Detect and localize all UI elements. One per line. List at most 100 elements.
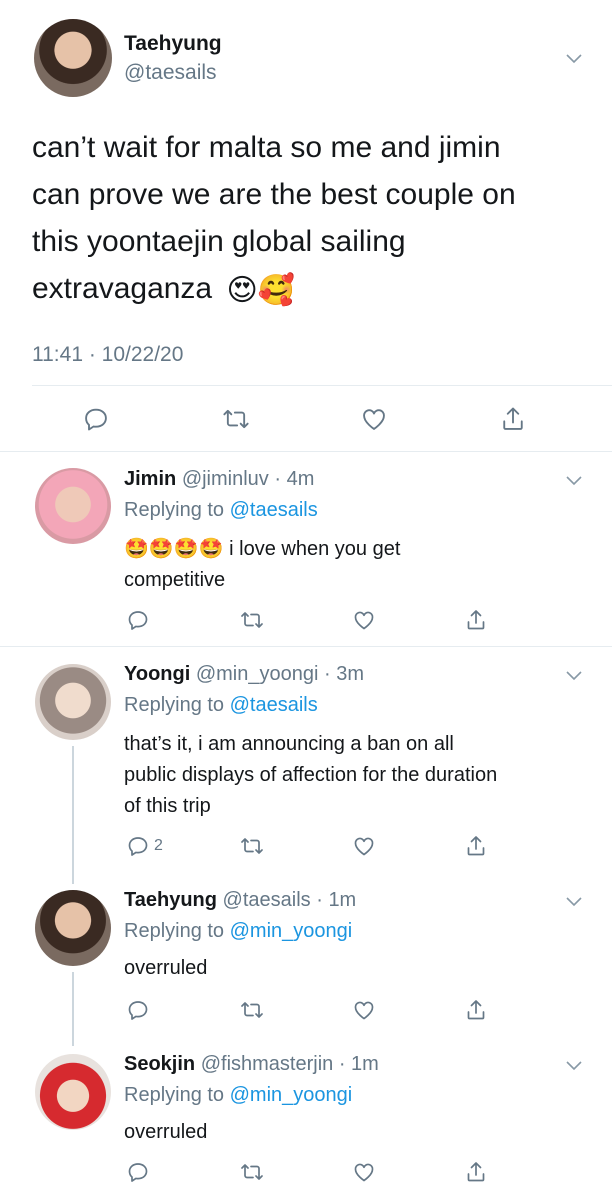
like-button[interactable] xyxy=(352,608,376,632)
main-text-line: this yoontaejin global sailing xyxy=(32,225,406,258)
reply-icon xyxy=(85,408,107,431)
retweet-icon xyxy=(241,1164,263,1180)
retweet-button[interactable] xyxy=(240,834,264,858)
replying-to: Replying to @taesails xyxy=(124,499,318,522)
replying-to: Replying to @min_yoongi xyxy=(124,920,352,943)
like-button[interactable] xyxy=(352,998,376,1022)
smiling-hearts-emoji: 🥰 xyxy=(257,273,296,307)
divider xyxy=(0,451,612,452)
reply-button[interactable] xyxy=(126,998,150,1022)
reply-time[interactable]: 4m xyxy=(287,468,315,490)
share-button[interactable] xyxy=(464,998,488,1022)
share-button[interactable] xyxy=(499,405,527,433)
reply-button[interactable] xyxy=(126,1160,150,1184)
chevron-down-icon[interactable] xyxy=(566,1061,582,1071)
chevron-down-icon[interactable] xyxy=(566,671,582,681)
reply-time[interactable]: 1m xyxy=(351,1053,379,1075)
reply-display-name[interactable]: Jimin xyxy=(124,468,176,490)
reply-text-line: competitive xyxy=(124,569,226,591)
chevron-down-icon[interactable] xyxy=(566,54,582,64)
reply-display-name[interactable]: Taehyung xyxy=(124,889,217,911)
thread-line xyxy=(72,972,74,1046)
separator: · xyxy=(268,468,287,490)
reply-button[interactable] xyxy=(126,834,150,858)
reply-button[interactable] xyxy=(82,405,110,433)
like-icon xyxy=(354,611,374,630)
replying-label: Replying to xyxy=(124,1084,225,1106)
retweet-button[interactable] xyxy=(240,1160,264,1184)
reply-button[interactable] xyxy=(126,608,150,632)
star-struck-emojis: 🤩🤩🤩🤩 xyxy=(124,538,224,560)
reply-text: that’s it, i am announcing a ban on all … xyxy=(124,729,604,822)
reply-header: Yoongi @min_yoongi · 3m xyxy=(124,663,364,686)
share-button[interactable] xyxy=(464,834,488,858)
share-icon xyxy=(467,610,485,630)
reply-icon xyxy=(128,1001,148,1020)
reply-display-name[interactable]: Seokjin xyxy=(124,1053,195,1075)
share-icon xyxy=(467,1000,485,1020)
reply-icon xyxy=(128,611,148,630)
reply-handle[interactable]: @fishmasterjin xyxy=(201,1053,334,1075)
share-button[interactable] xyxy=(464,608,488,632)
retweet-icon xyxy=(241,838,263,854)
like-button[interactable] xyxy=(352,834,376,858)
reply-time[interactable]: 1m xyxy=(328,889,356,911)
retweet-button[interactable] xyxy=(240,998,264,1022)
reply-text: overruled xyxy=(124,1121,208,1143)
reply-header: Jimin @jiminluv · 4m xyxy=(124,468,314,491)
heart-eyes-emoji: 😍 xyxy=(226,273,258,307)
like-icon xyxy=(354,837,374,856)
main-text-line: extravaganza xyxy=(32,272,213,305)
separator: · xyxy=(333,1053,352,1075)
reply-count: 2 xyxy=(154,837,163,854)
replying-to-link[interactable]: @taesails xyxy=(230,694,318,716)
main-timestamp[interactable]: 11:41 · 10/22/20 xyxy=(32,343,183,367)
like-button[interactable] xyxy=(360,405,388,433)
reply-handle[interactable]: @taesails xyxy=(223,889,311,911)
retweet-icon xyxy=(223,409,249,429)
reply-text-line: that’s it, i am announcing a ban on all xyxy=(124,733,454,755)
main-text-line: can’t wait for malta so me and jimin xyxy=(32,131,501,164)
reply-text-line: public displays of affection for the dur… xyxy=(124,764,498,786)
divider xyxy=(0,646,612,647)
chevron-down-icon[interactable] xyxy=(566,476,582,486)
avatar-jimin[interactable] xyxy=(35,468,111,544)
replying-label: Replying to xyxy=(124,694,225,716)
replying-to-link[interactable]: @min_yoongi xyxy=(230,1084,353,1106)
reply-text-fragment: i love when you get xyxy=(223,538,401,560)
replying-label: Replying to xyxy=(124,499,225,521)
main-text-line-last: extravaganza 😍🥰 xyxy=(32,265,592,314)
retweet-icon xyxy=(241,1002,263,1018)
like-icon xyxy=(354,1001,374,1020)
replying-to-link[interactable]: @min_yoongi xyxy=(230,920,353,942)
share-icon xyxy=(467,836,485,856)
like-icon xyxy=(363,409,385,430)
retweet-icon xyxy=(241,612,263,628)
avatar-taehyung-main[interactable] xyxy=(34,19,112,97)
reply-header: Seokjin @fishmasterjin · 1m xyxy=(124,1053,379,1076)
avatar-yoongi[interactable] xyxy=(35,664,111,740)
main-tweet-text: can’t wait for malta so me and jimin can… xyxy=(32,124,592,314)
retweet-button[interactable] xyxy=(222,405,250,433)
replying-to-link[interactable]: @taesails xyxy=(230,499,318,521)
share-button[interactable] xyxy=(464,1160,488,1184)
reply-icon xyxy=(128,1163,148,1182)
retweet-button[interactable] xyxy=(240,608,264,632)
reply-handle[interactable]: @min_yoongi xyxy=(196,663,319,685)
main-display-name[interactable]: Taehyung xyxy=(124,32,222,56)
like-button[interactable] xyxy=(352,1160,376,1184)
like-icon xyxy=(354,1163,374,1182)
main-handle[interactable]: @taesails xyxy=(124,61,217,85)
main-text-line: can prove we are the best couple on xyxy=(32,178,516,211)
reply-display-name[interactable]: Yoongi xyxy=(124,663,190,685)
chevron-down-icon[interactable] xyxy=(566,897,582,907)
separator: · xyxy=(310,889,329,911)
thread-line xyxy=(72,746,74,884)
reply-handle[interactable]: @jiminluv xyxy=(182,468,269,490)
avatar-taehyung[interactable] xyxy=(35,890,111,966)
replying-label: Replying to xyxy=(124,920,225,942)
separator: · xyxy=(318,663,337,685)
reply-text: overruled xyxy=(124,957,208,979)
avatar-seokjin[interactable] xyxy=(35,1054,111,1130)
reply-time[interactable]: 3m xyxy=(336,663,364,685)
